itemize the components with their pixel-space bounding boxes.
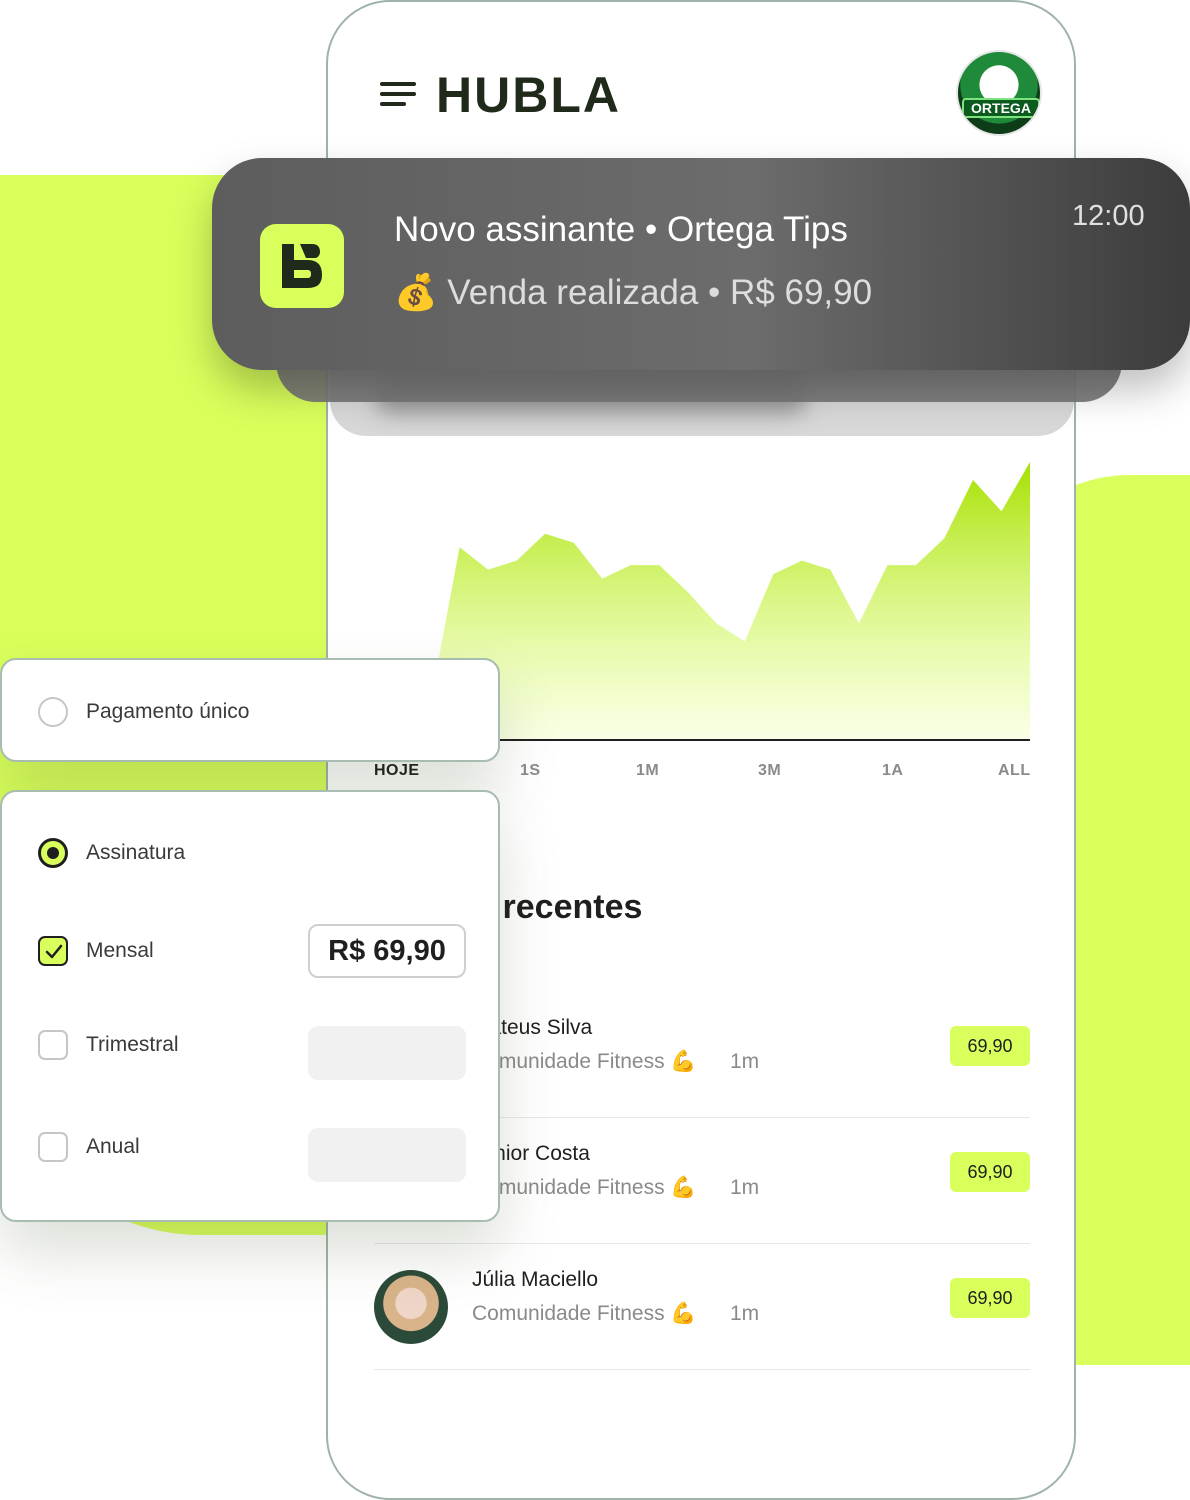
period-1s[interactable]: 1S <box>520 762 541 780</box>
plan-option-quarterly[interactable]: Trimestral <box>38 1029 179 1061</box>
profile-avatar[interactable]: ORTEGA <box>956 50 1042 136</box>
plan-option-monthly[interactable]: Mensal <box>38 935 154 967</box>
quarterly-label: Trimestral <box>86 1033 179 1056</box>
notification-time: 12:00 <box>1072 200 1145 232</box>
notification-body: 💰 Venda realizada • R$ 69,90 <box>394 273 873 312</box>
period-1a[interactable]: 1A <box>882 762 903 780</box>
plan-option-annual[interactable]: Anual <box>38 1131 140 1163</box>
annual-label: Anual <box>86 1135 140 1158</box>
customer-avatar <box>374 1270 448 1344</box>
period-hoje[interactable]: HOJE <box>374 762 420 780</box>
product-name: Comunidade Fitness 💪 <box>472 1050 697 1073</box>
sale-amount-badge: 69,90 <box>950 1152 1030 1192</box>
subscription-label: Assinatura <box>86 841 186 864</box>
menu-icon[interactable] <box>380 82 420 108</box>
single-payment-card[interactable]: Pagamento único <box>0 658 500 762</box>
single-payment-option[interactable]: Pagamento único <box>38 696 249 728</box>
push-notification[interactable]: Novo assinante • Ortega Tips 💰 Venda rea… <box>212 158 1190 370</box>
period-selector: HOJE 1S 1M 3M 1A ALL <box>374 762 1030 786</box>
product-name: Comunidade Fitness 💪 <box>472 1302 697 1325</box>
monthly-checkbox[interactable] <box>38 936 68 966</box>
sale-amount-badge: 69,90 <box>950 1026 1030 1066</box>
period-1m[interactable]: 1M <box>636 762 659 780</box>
monthly-price-input[interactable]: R$ 69,90 <box>308 924 466 978</box>
period-3m[interactable]: 3M <box>758 762 781 780</box>
single-payment-label: Pagamento único <box>86 700 250 723</box>
period-all[interactable]: ALL <box>998 762 1031 780</box>
monthly-label: Mensal <box>86 939 154 962</box>
notification-title: Novo assinante • Ortega Tips <box>394 210 848 249</box>
hubla-app-icon <box>260 224 344 308</box>
sale-row[interactable]: Júlia Maciello Comunidade Fitness 💪 1m 6… <box>374 1244 1030 1370</box>
app-header: HUBLA ORTEGA <box>328 2 1074 162</box>
sale-time: 1m <box>730 1050 760 1073</box>
sale-amount-badge: 69,90 <box>950 1278 1030 1318</box>
single-payment-radio[interactable] <box>38 697 68 727</box>
app-logo: HUBLA <box>436 67 621 123</box>
avatar-badge: ORTEGA <box>962 98 1040 118</box>
sale-time: 1m <box>730 1302 760 1325</box>
subscription-radio[interactable] <box>38 838 68 868</box>
annual-price-input[interactable] <box>308 1128 466 1182</box>
subscription-option[interactable]: Assinatura <box>38 837 185 869</box>
sale-time: 1m <box>730 1176 760 1199</box>
quarterly-checkbox[interactable] <box>38 1030 68 1060</box>
customer-name: Júlia Maciello <box>472 1268 599 1291</box>
quarterly-price-input[interactable] <box>308 1026 466 1080</box>
annual-checkbox[interactable] <box>38 1132 68 1162</box>
subscription-card: Assinatura Mensal R$ 69,90 Trimestral An… <box>0 790 500 1222</box>
product-name: Comunidade Fitness 💪 <box>472 1176 697 1199</box>
